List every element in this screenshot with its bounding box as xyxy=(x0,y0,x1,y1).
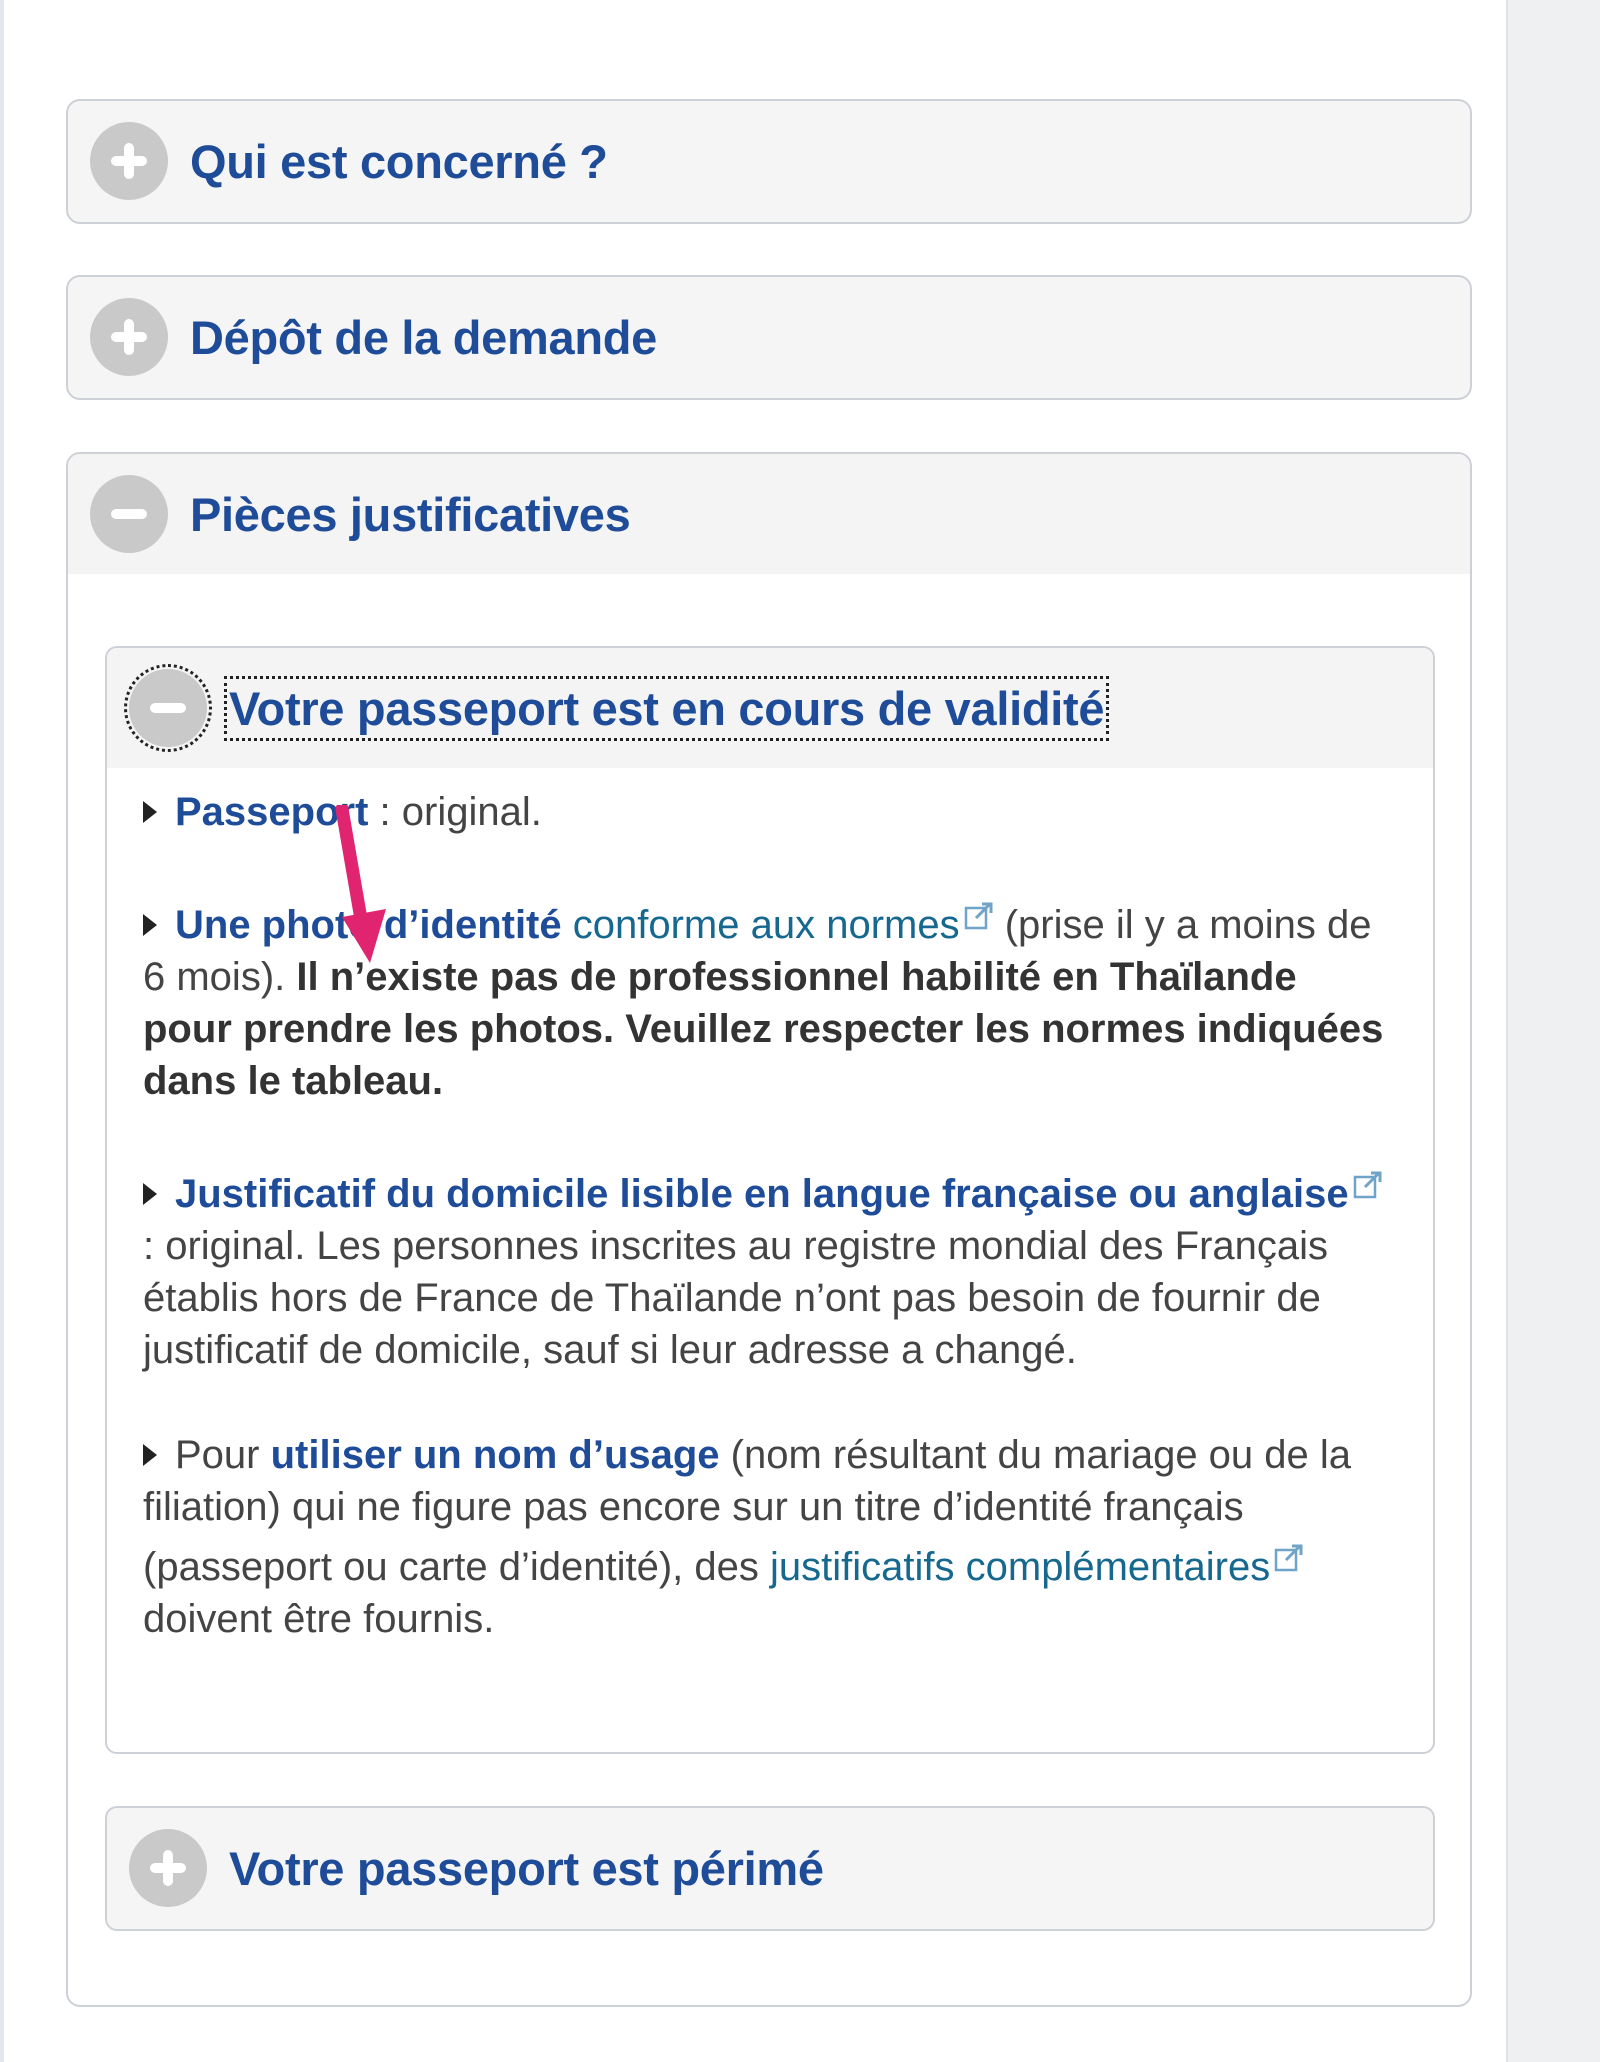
accordion-title[interactable]: Qui est concerné ? xyxy=(190,134,608,189)
right-side-panel xyxy=(1506,0,1600,2062)
accordion-title[interactable]: Dépôt de la demande xyxy=(190,310,657,365)
plus-icon[interactable] xyxy=(90,298,168,376)
item-prefix: Pour xyxy=(175,1433,271,1477)
item-note: Il n’existe pas de professionnel habilit… xyxy=(143,955,1384,1103)
subsection-title[interactable]: Votre passeport est périmé xyxy=(229,1841,824,1896)
minus-icon[interactable] xyxy=(90,475,168,553)
link-justificatifs-complementaires[interactable]: justificatifs complémentaires xyxy=(770,1545,1270,1589)
accordion-header[interactable]: Qui est concerné ? xyxy=(68,101,1470,221)
item-text: doivent être fournis. xyxy=(143,1597,495,1641)
bullet-triangle-icon xyxy=(143,801,157,823)
bullet-triangle-icon xyxy=(143,1183,157,1205)
item-text: : original. xyxy=(368,790,542,834)
requirements-list: Passeport : original. Une photo d’identi… xyxy=(107,768,1433,1738)
accordion-header[interactable]: Dépôt de la demande xyxy=(68,277,1470,397)
plus-icon[interactable] xyxy=(129,1829,207,1907)
bullet-triangle-icon xyxy=(143,1444,157,1466)
external-link-icon xyxy=(1353,1160,1383,1212)
external-link-icon xyxy=(964,891,994,943)
subsection-header[interactable]: Votre passeport est en cours de validité xyxy=(107,648,1433,768)
accordion-qui-est-concerne[interactable]: Qui est concerné ? xyxy=(66,99,1472,224)
list-item-nom-usage: Pour utiliser un nom d’usage (nom résult… xyxy=(143,1429,1389,1645)
accordion-title[interactable]: Pièces justificatives xyxy=(190,487,631,542)
subsection-header[interactable]: Votre passeport est périmé xyxy=(107,1808,1433,1928)
page-left-edge xyxy=(0,0,4,2062)
list-item-domicile: Justificatif du domicile lisible en lang… xyxy=(143,1160,1389,1376)
accordion-header[interactable]: Pièces justificatives xyxy=(68,454,1470,574)
subsection-title[interactable]: Votre passeport est en cours de validité xyxy=(223,675,1110,741)
accordion-depot-demande[interactable]: Dépôt de la demande xyxy=(66,275,1472,400)
subsection-passeport-valide: Votre passeport est en cours de validité… xyxy=(105,646,1435,1754)
item-label[interactable]: utiliser un nom d’usage xyxy=(271,1433,720,1477)
minus-icon[interactable] xyxy=(124,664,212,752)
bullet-triangle-icon xyxy=(143,914,157,936)
external-link-icon xyxy=(1274,1533,1304,1585)
subsection-passeport-perime[interactable]: Votre passeport est périmé xyxy=(105,1806,1435,1931)
arrow-down-icon xyxy=(335,805,386,963)
link-conforme-normes[interactable]: conforme aux normes xyxy=(573,903,960,947)
item-text: : original. Les personnes inscrites au r… xyxy=(143,1224,1329,1372)
plus-icon[interactable] xyxy=(90,122,168,200)
item-label[interactable]: Justificatif du domicile lisible en lang… xyxy=(175,1172,1349,1216)
